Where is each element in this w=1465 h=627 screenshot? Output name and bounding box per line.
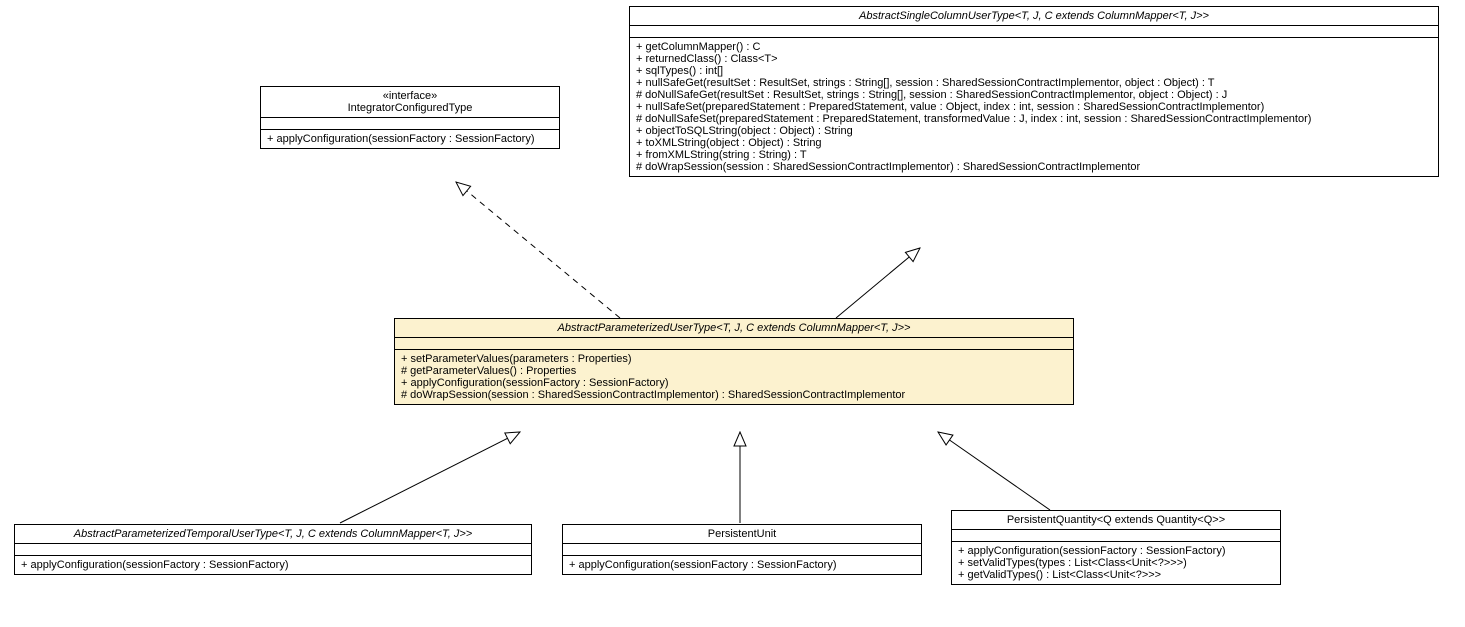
- attributes-section: [395, 338, 1073, 350]
- method: + setValidTypes(types : List<Class<Unit<…: [958, 557, 1274, 569]
- method: + applyConfiguration(sessionFactory : Se…: [21, 559, 525, 571]
- methods-section: + applyConfiguration(sessionFactory : Se…: [952, 542, 1280, 584]
- method: + applyConfiguration(sessionFactory : Se…: [569, 559, 915, 571]
- methods-section: + applyConfiguration(sessionFactory : Se…: [261, 130, 559, 148]
- class-header: AbstractParameterizedUserType<T, J, C ex…: [395, 319, 1073, 338]
- method: # getParameterValues() : Properties: [401, 365, 1067, 377]
- method: + fromXMLString(string : String) : T: [636, 149, 1432, 161]
- interface-integrator-configured-type: «interface» IntegratorConfiguredType + a…: [260, 86, 560, 149]
- class-name: IntegratorConfiguredType: [267, 102, 553, 114]
- attributes-section: [630, 26, 1438, 38]
- class-persistent-unit: PersistentUnit + applyConfiguration(sess…: [562, 524, 922, 575]
- class-header: «interface» IntegratorConfiguredType: [261, 87, 559, 118]
- method: # doNullSafeGet(resultSet : ResultSet, s…: [636, 89, 1432, 101]
- class-header: PersistentUnit: [563, 525, 921, 544]
- method: + returnedClass() : Class<T>: [636, 53, 1432, 65]
- class-name: AbstractSingleColumnUserType<T, J, C ext…: [859, 10, 1209, 22]
- attributes-section: [261, 118, 559, 130]
- method: + nullSafeGet(resultSet : ResultSet, str…: [636, 77, 1432, 89]
- class-name: AbstractParameterizedUserType<T, J, C ex…: [558, 322, 911, 334]
- method: + applyConfiguration(sessionFactory : Se…: [267, 133, 553, 145]
- method: + nullSafeSet(preparedStatement : Prepar…: [636, 101, 1432, 113]
- method: + getValidTypes() : List<Class<Unit<?>>>: [958, 569, 1274, 581]
- attributes-section: [952, 530, 1280, 542]
- method: # doWrapSession(session : SharedSessionC…: [636, 161, 1432, 173]
- method: + objectToSQLString(object : Object) : S…: [636, 125, 1432, 137]
- method: # doWrapSession(session : SharedSessionC…: [401, 389, 1067, 401]
- class-header: PersistentQuantity<Q extends Quantity<Q>…: [952, 511, 1280, 530]
- class-header: AbstractParameterizedTemporalUserType<T,…: [15, 525, 531, 544]
- methods-section: + setParameterValues(parameters : Proper…: [395, 350, 1073, 404]
- class-header: AbstractSingleColumnUserType<T, J, C ext…: [630, 7, 1438, 26]
- method: # doNullSafeSet(preparedStatement : Prep…: [636, 113, 1432, 125]
- class-abstract-parameterized-temporal-user-type: AbstractParameterizedTemporalUserType<T,…: [14, 524, 532, 575]
- class-persistent-quantity: PersistentQuantity<Q extends Quantity<Q>…: [951, 510, 1281, 585]
- method: + toXMLString(object : Object) : String: [636, 137, 1432, 149]
- method: + setParameterValues(parameters : Proper…: [401, 353, 1067, 365]
- methods-section: + applyConfiguration(sessionFactory : Se…: [563, 556, 921, 574]
- method: + applyConfiguration(sessionFactory : Se…: [958, 545, 1274, 557]
- class-name: PersistentQuantity<Q extends Quantity<Q>…: [1007, 514, 1225, 526]
- stereotype: «interface»: [267, 90, 553, 102]
- methods-section: + applyConfiguration(sessionFactory : Se…: [15, 556, 531, 574]
- method: + applyConfiguration(sessionFactory : Se…: [401, 377, 1067, 389]
- method: + sqlTypes() : int[]: [636, 65, 1432, 77]
- class-abstract-single-column-user-type: AbstractSingleColumnUserType<T, J, C ext…: [629, 6, 1439, 177]
- class-abstract-parameterized-user-type: AbstractParameterizedUserType<T, J, C ex…: [394, 318, 1074, 405]
- class-name: AbstractParameterizedTemporalUserType<T,…: [74, 528, 472, 540]
- attributes-section: [15, 544, 531, 556]
- method: + getColumnMapper() : C: [636, 41, 1432, 53]
- methods-section: + getColumnMapper() : C + returnedClass(…: [630, 38, 1438, 176]
- class-name: PersistentUnit: [708, 528, 776, 540]
- attributes-section: [563, 544, 921, 556]
